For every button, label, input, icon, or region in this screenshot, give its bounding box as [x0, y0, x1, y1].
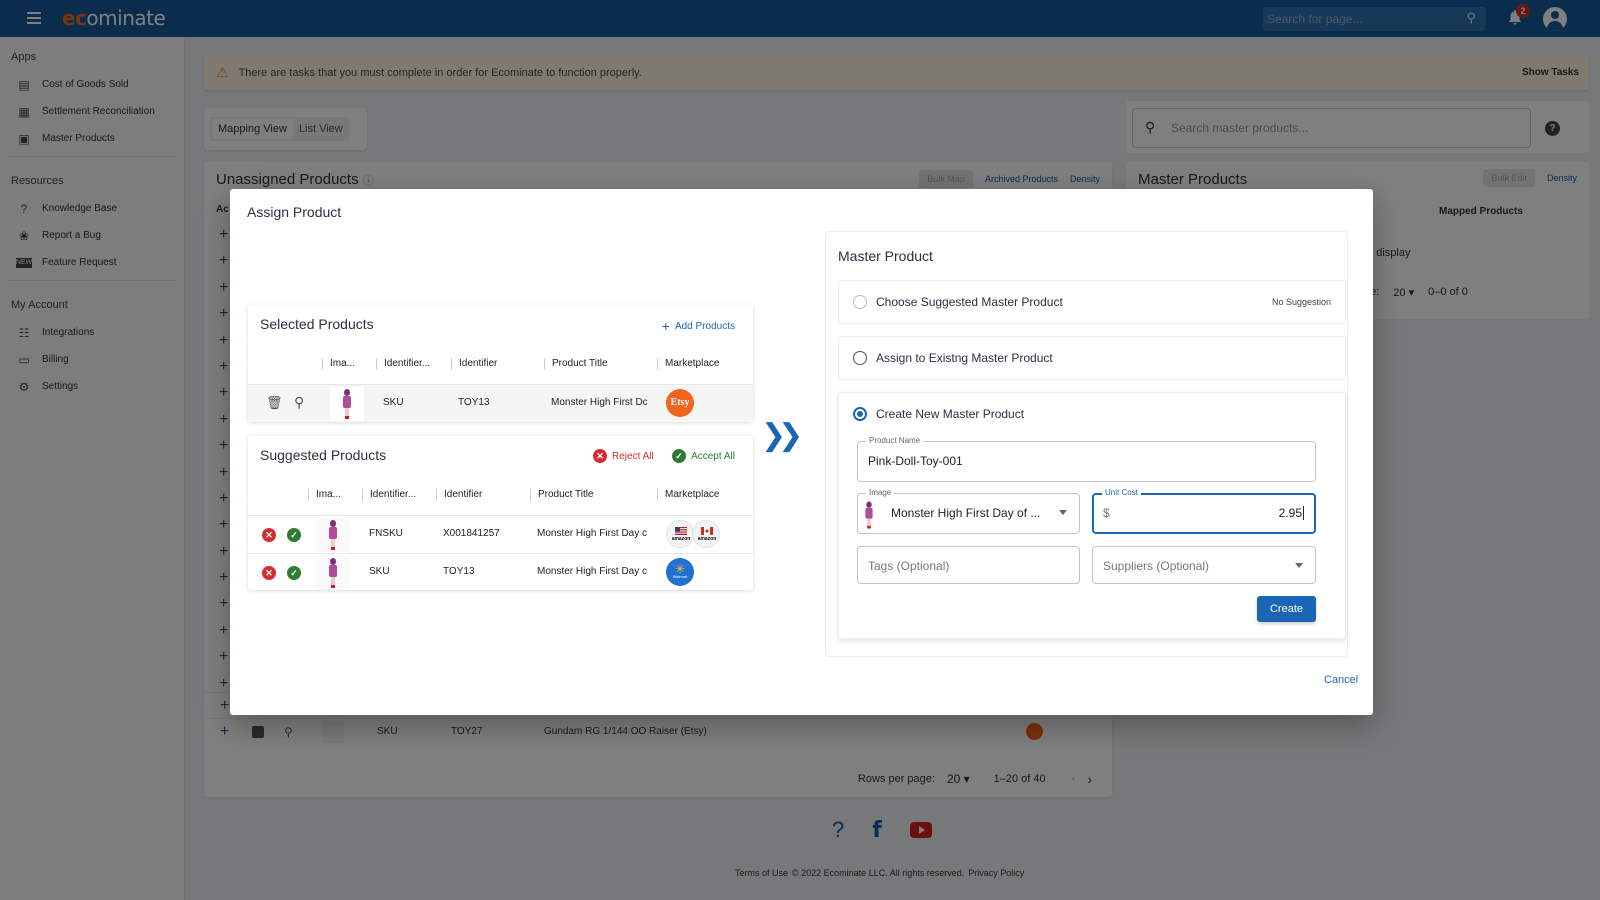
chevron-down-icon [1059, 510, 1067, 515]
amazon-us-icon: amazon [666, 520, 694, 548]
search-icon[interactable]: ⚲ [294, 394, 304, 411]
product-thumbnail [330, 387, 364, 421]
accept-all-button[interactable]: ✓ Accept All [672, 449, 735, 463]
option-create-new[interactable]: Create New Master Product Product Name P… [838, 392, 1346, 639]
table-row: 🗑 ⚲ SKU TOY13 Monster High First Dc Etsy [248, 384, 753, 422]
etsy-marketplace-icon: Etsy [666, 389, 694, 417]
table-row: ✕ ✓ SKU TOY13 Monster High First Day c ✳… [248, 553, 753, 591]
column-header[interactable]: Marketplace [657, 488, 719, 501]
product-name-field[interactable]: Product Name Pink-Doll-Toy-001 [857, 436, 1316, 482]
column-header[interactable]: Product Title [530, 488, 594, 501]
suggested-products-panel: Suggested Products ✕ Reject All ✓ Accept… [248, 436, 753, 590]
column-header[interactable]: Identifier... [376, 357, 430, 370]
accept-icon[interactable]: ✓ [287, 566, 301, 580]
cancel-button[interactable]: Cancel [1324, 674, 1358, 686]
product-thumbnail [316, 556, 350, 590]
image-select[interactable]: Image Monster High First Day of ... [857, 488, 1080, 534]
unit-cost-field[interactable]: Unit Cost $ 2.95 [1092, 488, 1316, 534]
option-assign-existing[interactable]: Assign to Existng Master Product [838, 336, 1346, 380]
column-header[interactable]: Product Title [544, 357, 608, 370]
selected-products-panel: Selected Products + Add Products Ima... … [248, 305, 753, 422]
radio-assign-existing[interactable] [853, 351, 867, 365]
selected-grid-header: Ima... Identifier... Identifier Product … [248, 347, 753, 379]
column-header[interactable]: Identifier... [362, 488, 416, 501]
create-button[interactable]: Create [1257, 596, 1316, 622]
master-product-title: Master Product [838, 248, 933, 264]
master-product-section: Master Product Choose Suggested Master P… [825, 231, 1348, 657]
suggested-products-title: Suggested Products [260, 447, 387, 463]
reject-all-button[interactable]: ✕ Reject All [593, 449, 654, 463]
column-header[interactable]: Marketplace [657, 357, 719, 370]
product-thumbnail [316, 518, 350, 552]
double-chevron-right-icon: ❯❯ [761, 418, 803, 453]
accept-icon[interactable]: ✓ [287, 528, 301, 542]
assign-product-modal: Assign Product Selected Products + Add P… [230, 189, 1373, 715]
no-suggestion-label: No Suggestion [1271, 297, 1331, 307]
reject-icon[interactable]: ✕ [262, 528, 276, 542]
walmart-marketplace-icon: ✳ Walmart [666, 558, 694, 586]
reject-icon: ✕ [593, 449, 607, 463]
column-header[interactable]: Ima... [308, 488, 341, 501]
amazon-ca-icon: amazon [692, 520, 720, 548]
marketplace-icons: amazon amazon [666, 520, 720, 548]
column-header[interactable]: Ima... [322, 357, 355, 370]
table-row: ✕ ✓ FNSKU X001841257 Monster High First … [248, 515, 753, 553]
delete-icon[interactable]: 🗑 [266, 395, 283, 411]
suppliers-select[interactable]: Suppliers (Optional) [1092, 546, 1316, 584]
column-header[interactable]: Identifier [436, 488, 482, 501]
plus-icon: + [661, 318, 670, 334]
radio-choose-suggested[interactable] [853, 295, 867, 309]
column-header[interactable]: Identifier [451, 357, 497, 370]
accept-icon: ✓ [672, 449, 687, 463]
reject-icon[interactable]: ✕ [262, 566, 276, 580]
radio-create-new[interactable] [853, 407, 867, 421]
chevron-down-icon [1295, 563, 1303, 568]
selected-products-title: Selected Products [260, 316, 374, 332]
modal-title: Assign Product [247, 204, 342, 220]
option-choose-suggested[interactable]: Choose Suggested Master Product No Sugge… [838, 280, 1346, 324]
image-thumbnail [864, 500, 876, 529]
tags-input[interactable]: Tags (Optional) [857, 546, 1080, 584]
add-products-button[interactable]: + Add Products [662, 318, 735, 334]
currency-prefix: $ [1103, 506, 1110, 520]
suggested-grid-header: Ima... Identifier... Identifier Product … [248, 478, 753, 510]
